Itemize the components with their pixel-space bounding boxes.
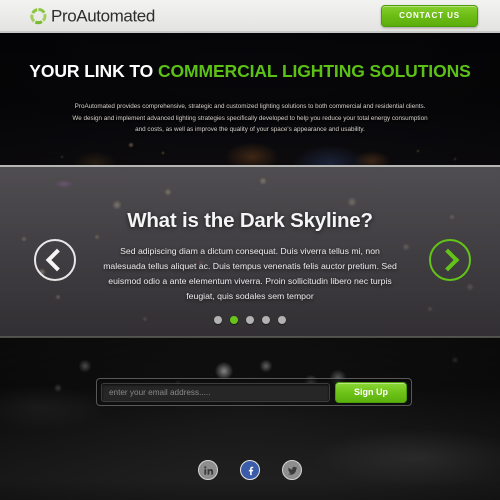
hero-section: YOUR LINK TO COMMERCIAL LIGHTING SOLUTIO… xyxy=(0,33,500,165)
slider-dot-4[interactable] xyxy=(262,316,270,324)
logo[interactable]: ProAutomated xyxy=(30,7,155,24)
slider-pagination xyxy=(0,316,500,324)
slider-section: What is the Dark Skyline? Sed adipiscing… xyxy=(0,167,500,336)
sign-up-button[interactable]: Sign Up xyxy=(335,381,407,403)
chevron-left-icon xyxy=(45,248,69,272)
contact-us-button[interactable]: CONTACT US xyxy=(381,4,478,27)
slider-dot-2[interactable] xyxy=(230,316,238,324)
slide-title: What is the Dark Skyline? xyxy=(127,209,373,232)
section-divider-bottom xyxy=(0,336,500,338)
chevron-right-icon xyxy=(436,248,460,272)
slider-next-button[interactable] xyxy=(429,239,471,281)
hero-headline: YOUR LINK TO COMMERCIAL LIGHTING SOLUTIO… xyxy=(0,61,500,81)
slide-body-text: Sed adipiscing diam a dictum consequat. … xyxy=(103,245,397,301)
email-input[interactable] xyxy=(101,382,330,402)
slider-dot-1[interactable] xyxy=(214,316,222,324)
signup-form: Sign Up xyxy=(96,378,412,406)
linkedin-icon[interactable] xyxy=(198,460,218,480)
landing-page: ProAutomated CONTACT US YOUR LINK TO COM… xyxy=(0,0,500,500)
circular-ring-logo-icon xyxy=(30,7,47,24)
site-header: ProAutomated CONTACT US xyxy=(0,0,500,33)
headline-part-white: YOUR LINK TO xyxy=(29,61,154,81)
hero-overlay xyxy=(0,33,500,165)
hero-paragraph: ProAutomated provides comprehensive, str… xyxy=(72,103,428,134)
social-links xyxy=(0,460,500,480)
signup-section: Sign Up xyxy=(0,338,500,500)
slider-dot-3[interactable] xyxy=(246,316,254,324)
slider-prev-button[interactable] xyxy=(34,239,76,281)
section-divider-top xyxy=(0,165,500,167)
slider-dot-5[interactable] xyxy=(278,316,286,324)
logo-text: ProAutomated xyxy=(51,6,155,25)
facebook-icon[interactable] xyxy=(240,460,260,480)
headline-part-green: COMMERCIAL LIGHTING SOLUTIONS xyxy=(157,61,471,81)
twitter-icon[interactable] xyxy=(282,460,302,480)
